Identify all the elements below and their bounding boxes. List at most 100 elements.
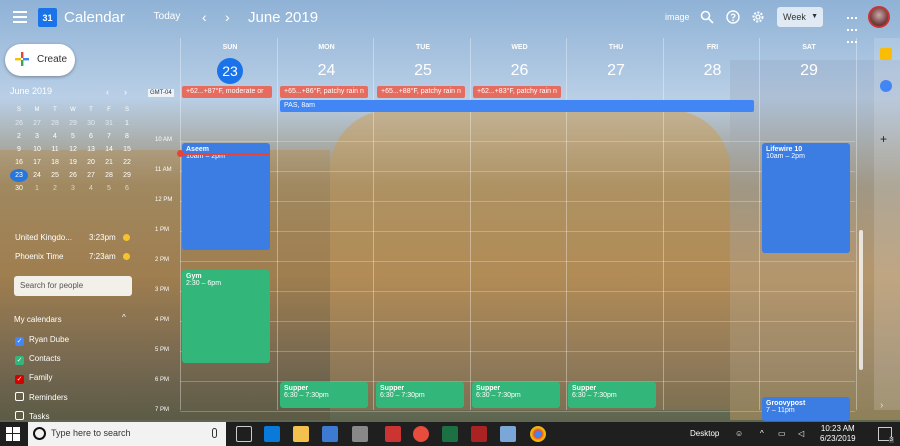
- grid-scrollbar[interactable]: [859, 230, 863, 370]
- app-icon[interactable]: [500, 426, 516, 442]
- chrome-icon[interactable]: [530, 426, 546, 442]
- desktop-toolbar-label[interactable]: Desktop: [690, 429, 719, 438]
- weather-chip[interactable]: +65...+86°F, patchy rain n: [280, 86, 368, 98]
- store-icon[interactable]: [322, 426, 338, 442]
- mini-day-cell[interactable]: 10: [28, 143, 46, 156]
- event-aseem[interactable]: Aseem 10am – 2pm: [182, 143, 270, 250]
- mini-day-cell[interactable]: 7: [100, 130, 118, 143]
- checkbox-icon[interactable]: [15, 392, 24, 401]
- task-view-icon[interactable]: [236, 426, 252, 442]
- mini-day-cell[interactable]: 25: [46, 169, 64, 182]
- app-icon[interactable]: [385, 426, 401, 442]
- mini-day-cell[interactable]: 26: [10, 117, 28, 130]
- notification-center-icon[interactable]: 3: [878, 427, 894, 443]
- avatar[interactable]: [868, 6, 890, 28]
- today-button[interactable]: Today: [146, 6, 188, 28]
- calendar-item[interactable]: Tasks: [15, 411, 49, 421]
- calendar-item[interactable]: ✓ Family: [15, 373, 53, 384]
- checkbox-icon[interactable]: ✓: [15, 375, 24, 384]
- day-number[interactable]: 24: [314, 58, 340, 84]
- people-search-input[interactable]: Search for people: [14, 276, 132, 296]
- day-header[interactable]: MON 24: [279, 44, 375, 84]
- mini-prev-month-icon[interactable]: ‹: [106, 87, 109, 97]
- mini-day-cell[interactable]: 5: [100, 182, 118, 195]
- mini-day-cell[interactable]: 29: [118, 169, 136, 182]
- vivaldi-icon[interactable]: [413, 426, 429, 442]
- mini-day-cell[interactable]: 13: [82, 143, 100, 156]
- mini-day-cell[interactable]: 3: [64, 182, 82, 195]
- view-select[interactable]: Week ▼: [777, 7, 823, 27]
- mini-day-cell[interactable]: 9: [10, 143, 28, 156]
- gear-icon[interactable]: [751, 10, 765, 24]
- network-icon[interactable]: ▭: [778, 429, 786, 438]
- weather-chip[interactable]: +62...+87°F, moderate or: [182, 86, 272, 98]
- mini-day-cell[interactable]: 28: [100, 169, 118, 182]
- app-icon[interactable]: [471, 426, 487, 442]
- mini-day-cell[interactable]: 2: [46, 182, 64, 195]
- mini-day-cell[interactable]: 26: [64, 169, 82, 182]
- chevron-up-icon[interactable]: ^: [122, 313, 126, 322]
- next-week-button[interactable]: ›: [225, 9, 230, 25]
- mini-day-cell[interactable]: 23: [10, 169, 28, 182]
- mini-day-cell[interactable]: 17: [28, 156, 46, 169]
- checkbox-icon[interactable]: [15, 411, 24, 420]
- day-number[interactable]: 25: [410, 58, 436, 84]
- previous-week-button[interactable]: ‹: [202, 9, 207, 25]
- search-icon[interactable]: [700, 10, 714, 24]
- day-number[interactable]: 26: [507, 58, 533, 84]
- system-clock[interactable]: 10:23 AM 6/23/2019: [820, 424, 856, 444]
- mini-day-cell[interactable]: 22: [118, 156, 136, 169]
- create-button[interactable]: Create: [5, 44, 75, 76]
- weather-chip[interactable]: +65...+88°F, patchy rain n: [377, 86, 465, 98]
- mini-day-cell[interactable]: 2: [10, 130, 28, 143]
- mini-day-cell[interactable]: 1: [28, 182, 46, 195]
- day-number[interactable]: 27: [603, 58, 629, 84]
- mini-day-cell[interactable]: 4: [46, 130, 64, 143]
- mini-day-cell[interactable]: 11: [46, 143, 64, 156]
- event-supper[interactable]: Supper 6:30 – 7:30pm: [376, 382, 464, 408]
- mini-day-cell[interactable]: 30: [82, 117, 100, 130]
- day-header[interactable]: TUE 25: [375, 44, 471, 84]
- file-explorer-icon[interactable]: [293, 426, 309, 442]
- day-header[interactable]: SUN 23: [182, 44, 278, 84]
- mini-day-cell[interactable]: 16: [10, 156, 28, 169]
- calendar-item[interactable]: ✓ Contacts: [15, 354, 61, 365]
- day-header[interactable]: SAT 29: [761, 44, 857, 84]
- day-header[interactable]: FRI 28: [665, 44, 761, 84]
- day-header[interactable]: WED 26: [472, 44, 568, 84]
- checkbox-icon[interactable]: ✓: [15, 356, 24, 365]
- main-menu-icon[interactable]: [13, 11, 27, 23]
- mini-day-cell[interactable]: 3: [28, 130, 46, 143]
- mini-day-cell[interactable]: 28: [46, 117, 64, 130]
- mini-day-cell[interactable]: 30: [10, 182, 28, 195]
- mini-day-cell[interactable]: 5: [64, 130, 82, 143]
- taskbar-search-input[interactable]: Type here to search: [28, 422, 226, 446]
- event-supper[interactable]: Supper 6:30 – 7:30pm: [568, 382, 656, 408]
- windows-start-icon[interactable]: [6, 427, 20, 441]
- mini-day-cell[interactable]: 14: [100, 143, 118, 156]
- mini-day-cell[interactable]: 12: [64, 143, 82, 156]
- apps-grid-icon[interactable]: [846, 11, 858, 43]
- tasks-icon[interactable]: [880, 80, 892, 92]
- mini-day-cell[interactable]: 8: [118, 130, 136, 143]
- keep-icon[interactable]: [880, 48, 892, 60]
- checkbox-icon[interactable]: ✓: [15, 337, 24, 346]
- event-groovypost[interactable]: Groovypost 7 – 11pm: [762, 397, 850, 421]
- people-icon[interactable]: ☺: [735, 429, 743, 438]
- mini-day-cell[interactable]: 31: [100, 117, 118, 130]
- weather-chip[interactable]: +62...+83°F, patchy rain n: [473, 86, 561, 98]
- mini-day-cell[interactable]: 27: [82, 169, 100, 182]
- mini-day-cell[interactable]: 4: [82, 182, 100, 195]
- tray-chevron-up-icon[interactable]: ^: [760, 429, 764, 438]
- mini-day-cell[interactable]: 27: [28, 117, 46, 130]
- mini-day-cell[interactable]: 29: [64, 117, 82, 130]
- mini-next-month-icon[interactable]: ›: [124, 87, 127, 97]
- calendar-item[interactable]: Reminders: [15, 392, 68, 402]
- mini-day-cell[interactable]: 20: [82, 156, 100, 169]
- volume-icon[interactable]: ◁: [798, 429, 804, 438]
- add-addon-icon[interactable]: +: [880, 132, 887, 146]
- day-number[interactable]: 23: [217, 58, 243, 84]
- mail-icon[interactable]: [352, 426, 368, 442]
- microphone-icon[interactable]: [212, 428, 217, 438]
- mini-day-cell[interactable]: 6: [82, 130, 100, 143]
